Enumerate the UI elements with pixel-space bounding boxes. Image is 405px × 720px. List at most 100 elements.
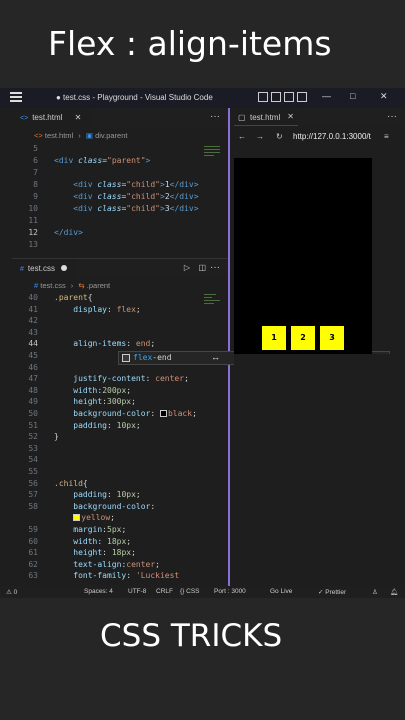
toggle-panel-icon[interactable] (271, 92, 281, 102)
preview-tab-bar: ▢ test.html ✕ ··· (234, 108, 405, 126)
run-icon[interactable]: ▷ (184, 263, 190, 272)
child-box-2: 2 (291, 326, 315, 350)
breadcrumb-file[interactable]: test.css (40, 281, 65, 290)
code-line[interactable]: 55 (12, 467, 228, 479)
minimize-button[interactable]: — (322, 91, 331, 101)
code-line[interactable]: 41 display: flex; (12, 305, 228, 317)
html-file-icon: <> (34, 131, 43, 140)
code-line[interactable]: 10 <div class="child">3</div> (12, 204, 228, 216)
problems-count[interactable]: ⚠ 0 (6, 588, 17, 596)
code-line[interactable]: 8 <div class="child">1</div> (12, 180, 228, 192)
browser-menu-icon[interactable]: ≡ (384, 132, 389, 141)
code-line[interactable]: 58 background-color: (12, 502, 228, 514)
line-number: 41 (28, 304, 38, 314)
html-minimap[interactable] (204, 146, 220, 158)
code-line[interactable]: 59 margin:5px; (12, 525, 228, 537)
code-line[interactable]: 49 height:300px; (12, 397, 228, 409)
tab-label: test.css (27, 264, 56, 273)
close-tab-icon[interactable]: ✕ (287, 112, 294, 121)
code-line[interactable]: 53 (12, 444, 228, 456)
code-line[interactable]: 63 font-family: 'Luckiest (12, 571, 228, 583)
close-window-button[interactable]: ✕ (380, 91, 388, 102)
code-line[interactable]: 43 (12, 328, 228, 340)
code-line[interactable]: 57 padding: 10px; (12, 490, 228, 502)
code-line[interactable]: 61 height: 18px; (12, 548, 228, 560)
code-line[interactable]: 52} (12, 432, 228, 444)
back-icon[interactable]: ← (238, 132, 246, 141)
code-line[interactable]: 60 width: 18px; (12, 537, 228, 549)
code-line[interactable]: 47 justify-content: center; (12, 374, 228, 386)
unsaved-dot-icon (61, 265, 68, 271)
suggestion-label[interactable]: flex-end (133, 353, 172, 362)
breadcrumb-file[interactable]: test.html (45, 131, 73, 140)
live-server-port[interactable]: Port : 3000 (214, 588, 246, 595)
close-tab-icon[interactable]: ✕ (75, 113, 82, 122)
code-line[interactable]: 5 (12, 144, 228, 156)
code-text: <div class="child">3</div> (73, 204, 199, 213)
status-bar: ⚠ 0 Spaces: 4 UTF-8 CRLF {} CSS Port : 3… (0, 586, 405, 598)
hamburger-menu-icon[interactable] (10, 92, 22, 102)
split-editor-icon[interactable]: ◫ (198, 263, 206, 272)
prettier-status[interactable]: ✓ Prettier (318, 588, 346, 596)
encoding[interactable]: UTF-8 (128, 588, 146, 595)
chevron-right-icon: › (78, 131, 81, 140)
line-number: 63 (28, 571, 38, 581)
code-line[interactable]: 48 width:200px; (12, 386, 228, 398)
code-line[interactable]: 42 (12, 316, 228, 328)
maximize-button[interactable]: □ (350, 91, 355, 101)
video-footer: CSS TRICKS (0, 598, 405, 720)
tab-preview[interactable]: ▢ test.html ✕ (234, 108, 298, 126)
code-line[interactable]: 44 align-items: end; (12, 339, 228, 351)
line-ending[interactable]: CRLF (156, 588, 173, 595)
code-text: width:200px; (73, 385, 132, 395)
line-number: 56 (28, 478, 38, 488)
reload-icon[interactable]: ↻ (276, 132, 283, 141)
more-actions-icon[interactable]: ··· (387, 111, 397, 122)
css-file-icon: # (20, 266, 24, 273)
css-code-editor[interactable]: 40 .parent{41 display: flex; 42 43 44 align-… (12, 293, 228, 586)
footer-title: CSS TRICKS (100, 618, 283, 654)
code-line[interactable]: 40 .parent{ (12, 293, 228, 305)
more-actions-icon[interactable]: ··· (210, 262, 220, 273)
line-number: 9 (33, 192, 38, 201)
code-text: .child{ (54, 478, 88, 488)
code-line[interactable]: 7 (12, 168, 228, 180)
breadcrumb-node[interactable]: div.parent (95, 131, 127, 140)
tab-test-css[interactable]: # test.css (12, 259, 78, 279)
code-line[interactable]: 50 background-color: black; (12, 409, 228, 421)
code-text: padding: 10px; (73, 420, 141, 430)
code-line[interactable]: 54 (12, 455, 228, 467)
code-line[interactable]: yellow; (12, 513, 228, 525)
more-actions-icon[interactable]: ··· (210, 111, 220, 122)
accounts-icon[interactable]: ♙ (372, 588, 378, 596)
window-title: ● test.css - Playground - Visual Studio … (56, 93, 213, 102)
code-line[interactable]: 56 .child{ (12, 479, 228, 491)
toggle-sidebar-icon[interactable] (258, 92, 268, 102)
customize-layout-icon[interactable] (297, 92, 307, 102)
code-line[interactable]: 9 <div class="child">2</div> (12, 192, 228, 204)
html-code-editor[interactable]: 5 6 <div class="parent"> 7 8 <div class="chi… (12, 144, 228, 256)
code-line[interactable]: 11 (12, 216, 228, 228)
line-number: 57 (28, 490, 38, 500)
code-line[interactable]: 13 (12, 240, 228, 252)
resize-cursor-icon: ↔ (211, 352, 220, 362)
css-minimap[interactable] (204, 294, 220, 306)
code-line[interactable]: 12 </div> (12, 228, 228, 240)
breadcrumb-node[interactable]: .parent (87, 281, 110, 290)
breadcrumb: <> test.html › ▣ div.parent (12, 130, 228, 142)
language-mode[interactable]: {} CSS (180, 588, 200, 595)
value-icon (122, 354, 130, 362)
forward-icon[interactable]: → (256, 132, 264, 141)
toggle-secondary-sidebar-icon[interactable] (284, 92, 294, 102)
code-line[interactable]: 6 <div class="parent"> (12, 156, 228, 168)
line-number: 60 (28, 536, 38, 546)
line-number: 13 (28, 240, 38, 249)
code-line[interactable]: 51 padding: 10px; (12, 421, 228, 433)
notifications-icon[interactable]: 🔔︎ (390, 588, 398, 596)
preview-empty-area (234, 354, 405, 586)
url-bar[interactable]: http://127.0.0.1:3000/t (293, 132, 371, 141)
code-line[interactable]: 62 text-align:center; (12, 560, 228, 572)
indent-setting[interactable]: Spaces: 4 (84, 588, 113, 595)
tab-test-html[interactable]: <> test.html ✕ (12, 108, 92, 128)
go-live-button[interactable]: Go Live (270, 588, 292, 595)
